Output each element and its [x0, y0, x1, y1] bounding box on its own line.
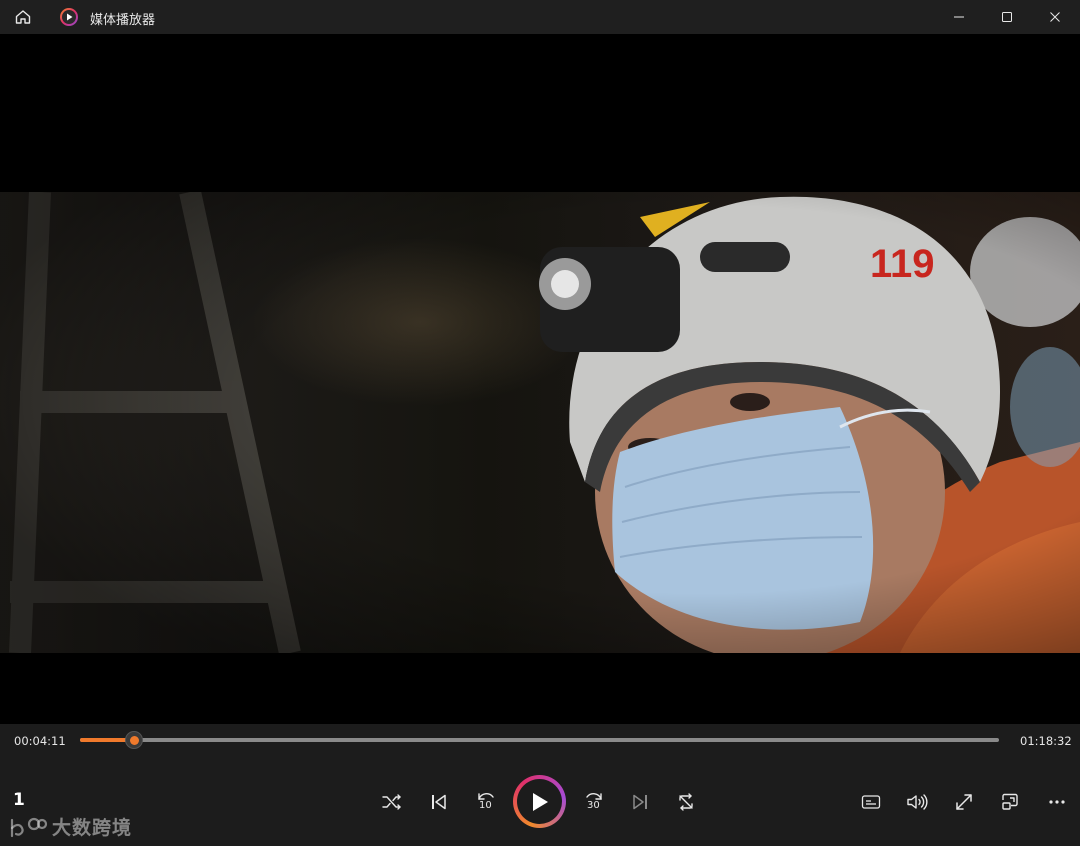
- video-frame: 119: [0, 192, 1080, 653]
- miniplayer-button[interactable]: [992, 784, 1028, 820]
- shuffle-button[interactable]: [374, 784, 410, 820]
- previous-button[interactable]: [421, 784, 457, 820]
- more-button[interactable]: [1039, 784, 1075, 820]
- repeat-button[interactable]: [668, 784, 704, 820]
- fullscreen-icon: [956, 794, 972, 810]
- watermark-text: 大数跨境: [52, 817, 133, 839]
- volume-button[interactable]: [899, 784, 935, 820]
- seek-thumb[interactable]: [125, 731, 144, 749]
- home-icon[interactable]: [10, 5, 36, 29]
- repeat-icon: [679, 793, 693, 811]
- watermark: 大数跨境: [8, 813, 132, 840]
- previous-track-icon: [432, 794, 446, 810]
- forward-label: 30: [587, 800, 600, 811]
- shuffle-icon: [382, 794, 401, 810]
- window-title: 媒体播放器: [90, 13, 156, 28]
- play-button[interactable]: [513, 775, 566, 828]
- video-area[interactable]: 119: [0, 34, 1080, 724]
- volume-icon: [907, 794, 928, 810]
- maximize-icon: [1002, 12, 1012, 22]
- play-button-inner: [517, 779, 562, 824]
- media-player-window: 媒体播放器 00:04:11 01:18:32 10 30 1 大数跨境: [0, 0, 1080, 846]
- maximize-button[interactable]: [984, 0, 1030, 34]
- total-time: 01:18:32: [1020, 734, 1072, 748]
- subtitles-button[interactable]: [853, 784, 889, 820]
- minimize-button[interactable]: [936, 0, 982, 34]
- media-player-icon: [59, 7, 79, 27]
- current-time: 00:04:11: [14, 734, 66, 748]
- close-button[interactable]: [1032, 0, 1078, 34]
- rewind-button[interactable]: 10: [468, 784, 504, 820]
- more-icon: [1049, 800, 1065, 804]
- forward-button[interactable]: 30: [576, 784, 612, 820]
- close-icon: [1050, 12, 1060, 22]
- fullscreen-button[interactable]: [946, 784, 982, 820]
- watermark-logo-icon: [10, 817, 48, 837]
- miniplayer-icon: [1002, 793, 1018, 810]
- page-number: 1: [13, 790, 25, 810]
- seek-bar[interactable]: [80, 731, 999, 749]
- rewind-label: 10: [479, 800, 492, 811]
- next-track-icon: [633, 794, 647, 810]
- playback-controls: 00:04:11 01:18:32 10 30 1 大数跨境: [0, 724, 1080, 846]
- minimize-icon: [954, 16, 964, 18]
- next-button[interactable]: [622, 784, 658, 820]
- play-icon: [532, 792, 548, 811]
- title-bar: 媒体播放器: [0, 0, 1080, 34]
- subtitles-icon: [861, 795, 881, 809]
